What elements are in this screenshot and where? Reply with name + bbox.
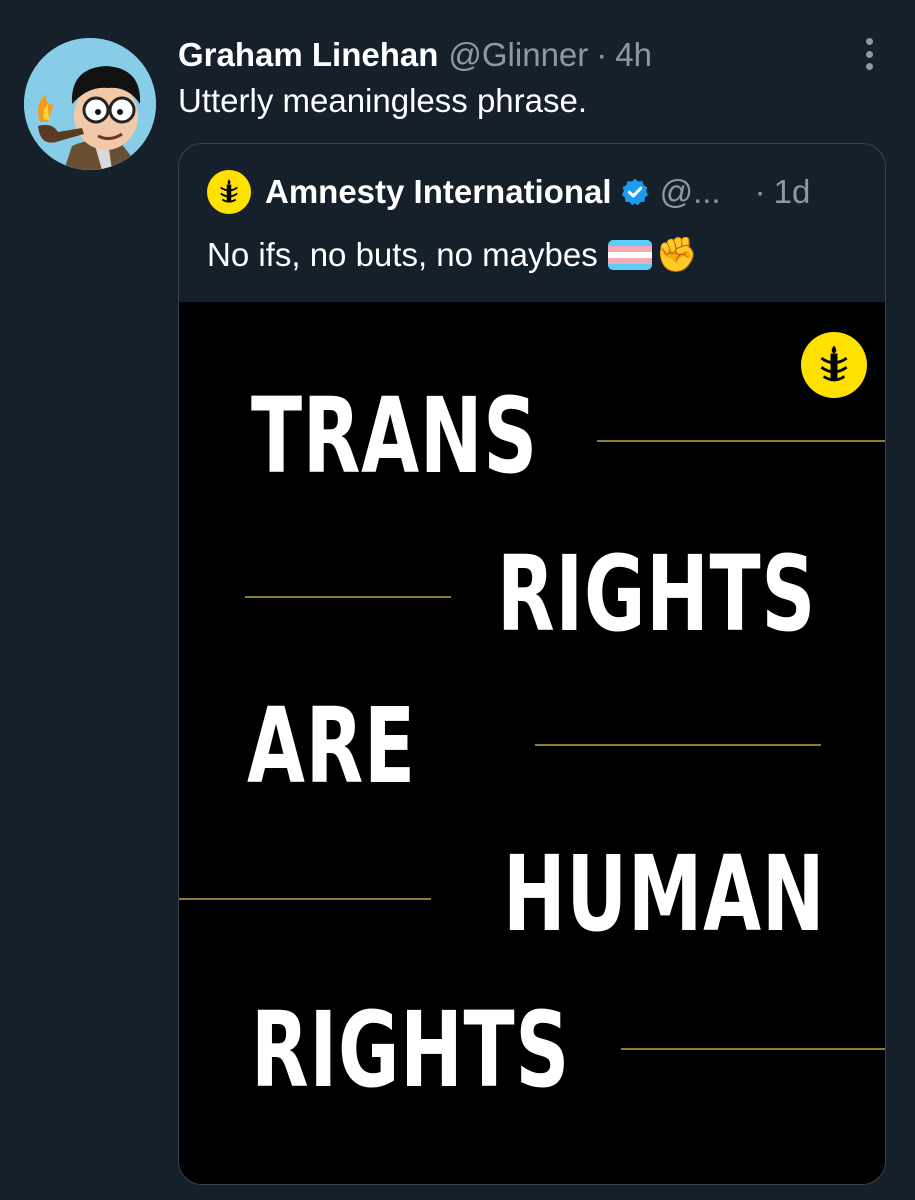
quoted-tweet-text-row: No ifs, no buts, no maybes ✊: [207, 236, 698, 274]
tweet-timestamp[interactable]: 4h: [615, 36, 652, 74]
quoted-tweet-card[interactable]: Amnesty International @... · 1d No ifs, …: [178, 143, 886, 1185]
poster-line-5: RIGHTS: [251, 989, 570, 1111]
author-handle[interactable]: @Glinner: [448, 36, 588, 74]
amnesty-candle-logo-icon: [220, 179, 238, 203]
tweet-header: Graham Linehan @Glinner · 4h: [178, 30, 652, 80]
quoted-tweet-timestamp[interactable]: 1d: [774, 173, 811, 211]
poster-rule-4: [179, 898, 431, 900]
separator-dot: ·: [596, 36, 608, 73]
poster-rule-2: [245, 596, 451, 598]
verified-badge-icon: [621, 178, 648, 206]
poster-rule-5: [621, 1048, 885, 1050]
cartoon-avatar-icon: [24, 38, 156, 170]
quoted-author-name[interactable]: Amnesty International: [265, 173, 612, 211]
tweet[interactable]: Graham Linehan @Glinner · 4h Utterly mea…: [0, 0, 915, 1200]
quoted-author-handle[interactable]: @...: [660, 173, 721, 211]
poster-line-4: HUMAN: [503, 833, 826, 955]
quoted-tweet-image[interactable]: TRANS RIGHTS ARE HUMAN RIGHTS: [179, 302, 885, 1184]
author-avatar[interactable]: [24, 38, 156, 170]
more-options-icon[interactable]: [852, 34, 886, 74]
quoted-tweet-text: No ifs, no buts, no maybes: [207, 236, 598, 273]
poster-rule-1: [597, 440, 885, 442]
poster-line-3: ARE: [247, 685, 416, 807]
poster-line-1: TRANS: [251, 375, 538, 497]
quoted-tweet-header: Amnesty International @... · 1d: [207, 164, 872, 220]
amnesty-candle-logo-icon: [801, 332, 867, 398]
poster-rule-3: [535, 744, 821, 746]
raised-fist-icon: ✊: [655, 236, 699, 274]
author-name[interactable]: Graham Linehan: [178, 36, 438, 74]
quoted-author-avatar[interactable]: [207, 170, 251, 214]
quoted-separator-dot: ·: [754, 173, 766, 210]
tweet-text: Utterly meaningless phrase.: [178, 82, 588, 119]
poster-line-2: RIGHTS: [497, 533, 816, 655]
transgender-flag-icon: [607, 240, 652, 270]
